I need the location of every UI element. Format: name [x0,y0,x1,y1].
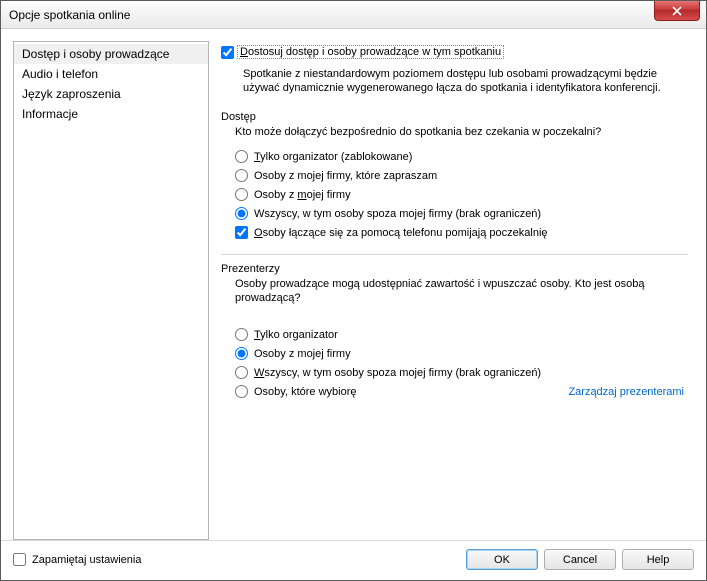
dialog-window: Opcje spotkania online Dostęp i osoby pr… [0,0,707,581]
presenters-radio-company-row: Osoby z mojej firmy [221,344,688,363]
presenters-radio-everyone[interactable] [235,366,248,379]
customize-info: Spotkanie z niestandardowym poziomem dos… [221,65,688,105]
close-icon [672,6,682,16]
footer: Zapamiętaj ustawienia OK Cancel Help [1,540,706,580]
phone-bypass-row: Osoby łączące się za pomocą telefonu pom… [221,223,688,242]
nav-item-audio[interactable]: Audio i telefon [14,64,208,84]
presenters-radio-choose-label[interactable]: Osoby, które wybiorę [254,386,357,398]
nav-item-info[interactable]: Informacje [14,104,208,124]
close-button[interactable] [654,1,700,21]
footer-left: Zapamiętaj ustawienia [13,553,141,566]
customize-row: Dostosuj dostęp i osoby prowadzące w tym… [221,45,688,59]
access-radio-invited-row: Osoby z mojej firmy, które zapraszam [221,166,688,185]
nav-item-access[interactable]: Dostęp i osoby prowadzące [14,44,208,64]
presenters-radio-everyone-row: Wszyscy, w tym osoby spoza mojej firmy (… [221,363,688,382]
presenters-radio-company-label[interactable]: Osoby z mojej firmy [254,348,351,360]
window-title: Opcje spotkania online [9,8,130,22]
presenters-radio-company[interactable] [235,347,248,360]
access-radio-company-label[interactable]: Osoby z mojej firmy [254,189,351,201]
nav-item-language[interactable]: Język zaproszenia [14,84,208,104]
remember-label[interactable]: Zapamiętaj ustawienia [32,554,141,566]
main-panel: Dostosuj dostęp i osoby prowadzące w tym… [221,41,694,540]
titlebar: Opcje spotkania online [1,1,706,29]
remember-checkbox[interactable] [13,553,26,566]
presenters-radio-choose-row: Osoby, które wybiorę Zarządzaj prezenter… [221,382,688,401]
customize-label[interactable]: Dostosuj dostęp i osoby prowadzące w tym… [237,45,504,59]
presenters-radio-organizer-label[interactable]: Tylko organizator [254,329,338,341]
access-radio-company[interactable] [235,188,248,201]
access-radio-everyone[interactable] [235,207,248,220]
cancel-button[interactable]: Cancel [544,549,616,570]
presenters-radio-everyone-label[interactable]: Wszyscy, w tym osoby spoza mojej firmy (… [254,367,541,379]
presenters-radio-organizer-row: Tylko organizator [221,325,688,344]
help-button[interactable]: Help [622,549,694,570]
divider [221,254,688,255]
footer-right: OK Cancel Help [466,549,694,570]
phone-bypass-checkbox[interactable] [235,226,248,239]
access-radio-invited[interactable] [235,169,248,182]
ok-button[interactable]: OK [466,549,538,570]
access-radio-everyone-row: Wszyscy, w tym osoby spoza mojej firmy (… [221,204,688,223]
phone-bypass-label[interactable]: Osoby łączące się za pomocą telefonu pom… [254,227,548,239]
access-group-desc: Kto może dołączyć bezpośrednio do spotka… [221,125,688,147]
access-radio-organizer-row: Tylko organizator (zablokowane) [221,147,688,166]
content-area: Dostęp i osoby prowadzące Audio i telefo… [1,29,706,540]
customize-checkbox[interactable] [221,46,234,59]
access-group-label: Dostęp [221,111,688,123]
presenters-group-label: Prezenterzy [221,263,688,275]
manage-presenters-link[interactable]: Zarządzaj prezenterami [568,386,688,398]
presenters-radio-organizer[interactable] [235,328,248,341]
access-radio-organizer[interactable] [235,150,248,163]
category-list: Dostęp i osoby prowadzące Audio i telefo… [13,41,209,540]
presenters-group-desc: Osoby prowadzące mogą udostępniać zawart… [221,277,688,313]
access-radio-invited-label[interactable]: Osoby z mojej firmy, które zapraszam [254,170,437,182]
access-radio-company-row: Osoby z mojej firmy [221,185,688,204]
presenters-radio-choose[interactable] [235,385,248,398]
access-radio-everyone-label[interactable]: Wszyscy, w tym osoby spoza mojej firmy (… [254,208,541,220]
access-radio-organizer-label[interactable]: Tylko organizator (zablokowane) [254,151,412,163]
